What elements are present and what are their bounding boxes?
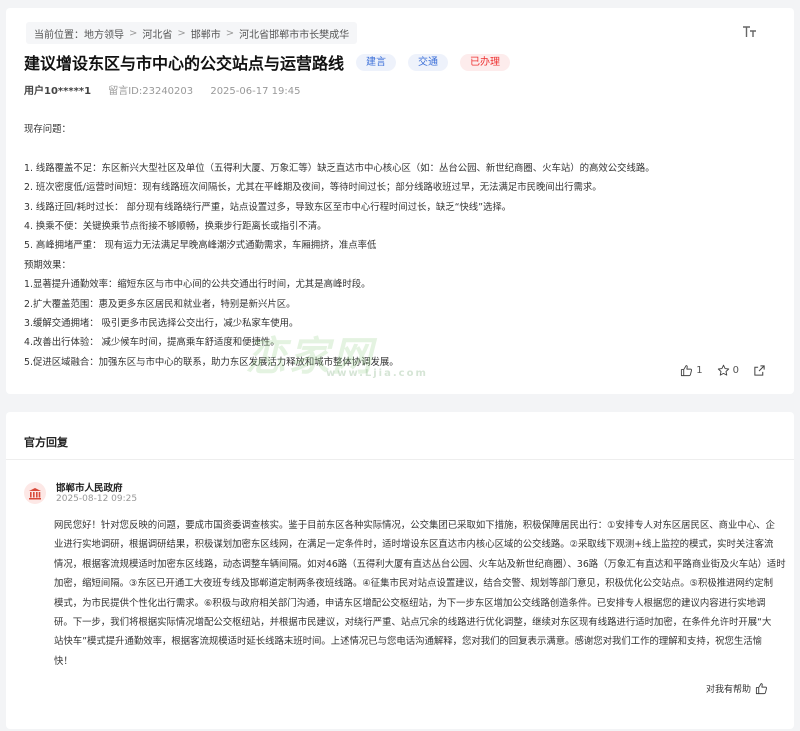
user-name: 用户10*****1: [24, 86, 92, 97]
reply-line: 站快车”模式提升通勤效率，根据客流规模适时延长线路末班时间。上述情况已与您电话沟…: [54, 636, 762, 648]
reply-line: 业进行实地调研，根据调研结果，积极谋划加密东区线网，在满足一定条件时，适时增设东…: [54, 539, 774, 551]
content-line: 3. 线路迂回/耗时过长： 部分现有线路绕行严重，站点设置过多，导致东区至市中心…: [24, 201, 512, 213]
message-id: 留言ID:23240203: [108, 86, 194, 97]
divider: [6, 459, 794, 460]
breadcrumb: 当前位置： 地方领导 > 河北省 > 邯郸市 > 河北省邯郸市市长樊成华: [26, 22, 358, 44]
like-button[interactable]: 1: [680, 364, 703, 377]
title-row: 建议增设东区与市中心的公交站点与运营路线 建言 交通 已办理: [24, 50, 511, 74]
favorite-button[interactable]: 0: [717, 364, 739, 377]
section-title: 官方回复: [24, 436, 68, 449]
reply-line: 研。下一步，我们将根据实际情况增配公交枢纽站，并根据市民建议，对绕行严重、站点冗…: [54, 616, 772, 628]
reply-line: 快！: [54, 655, 73, 667]
post-meta: 用户10*****1 留言ID:23240203 2025-06-17 19:4…: [24, 82, 300, 97]
status-badge: 已办理: [460, 53, 511, 71]
official-reply-text: 网民您好！针对您反映的问题，要成市国资委调查核实。鉴于目前东区各种实际情况，公交…: [54, 516, 786, 671]
thumbs-up-icon: [681, 365, 693, 377]
content-line: 5. 高峰拥堵严重： 现有运力无法满足早晚高峰潮汐式通勤需求，车厢拥挤，准点率低: [24, 240, 377, 252]
content-line: 2.扩大覆盖范围：惠及更多东区居民和就业者，特别是新兴片区。: [24, 298, 296, 310]
reply-line: 网民您好！针对您反映的问题，要成市国资委调查核实。鉴于目前东区各种实际情况，公交…: [54, 520, 775, 531]
breadcrumb-label: 当前位置：: [34, 29, 84, 41]
text-size-icon[interactable]: [742, 25, 758, 42]
reply-line: 模式，为市民提供个性化出行需求。⑥积极与政府相关部门沟通，申请东区增配公交枢纽站…: [54, 597, 766, 609]
official-reply-date: 2025-08-12 09:25: [56, 494, 138, 504]
content-line: 现存问题：: [24, 124, 71, 135]
government-building-icon: [24, 482, 46, 504]
post-actions: 1 0: [666, 364, 766, 377]
share-button[interactable]: [753, 364, 766, 377]
suggestion-card: 当前位置： 地方领导 > 河北省 > 邯郸市 > 河北省邯郸市市长樊成华 建议增…: [6, 8, 794, 394]
page-title: 建议增设东区与市中心的公交站点与运营路线: [24, 54, 345, 73]
content-line: 2. 班次密度低/运营时间短：现有线路班次间隔长，尤其在平峰期及夜间，等待时间过…: [24, 182, 602, 194]
content-line: 1.显著提升通勤效率：缩短东区与市中心间的公共交通出行时间，尤其是高峰时段。: [24, 279, 371, 291]
content-line: 预期效果：: [24, 259, 71, 271]
tag-suggestion: 建言: [356, 53, 397, 71]
official-reply-card: 官方回复 邯郸市人民政府 2025-08-12 09:25 网民您好！针对您反映…: [6, 412, 794, 729]
tag-traffic: 交通: [408, 53, 449, 71]
content-line: 4.改善出行体验： 减少候车时间，提高乘车舒适度和便捷性。: [24, 337, 280, 349]
post-content: 现存问题： 1. 线路覆盖不足：东区新兴大型社区及单位（五得利大厦、万象汇等）缺…: [24, 120, 784, 372]
content-line: 1. 线路覆盖不足：东区新兴大型社区及单位（五得利大厦、万象汇等）缺乏直达市中心…: [24, 162, 655, 174]
share-icon: [754, 365, 765, 376]
breadcrumb-separator: >: [225, 27, 235, 39]
content-line: 3.缓解交通拥堵： 吸引更多市民选择公交出行，减少私家车使用。: [24, 317, 299, 329]
breadcrumb-item-2[interactable]: 河北省: [142, 26, 172, 41]
helpful-label: 对我有帮助: [705, 685, 751, 695]
helpful-button[interactable]: 对我有帮助: [706, 682, 768, 695]
like-count: 1: [696, 365, 703, 376]
reply-line: 情况，根据客流规模适时加密东区线路，动态调整车辆间隔。如对46路（五得利大厦有直…: [54, 558, 786, 570]
favorite-count: 0: [732, 365, 739, 376]
official-org-name: 邯郸市人民政府: [56, 483, 123, 494]
breadcrumb-separator: >: [129, 27, 138, 39]
thumbs-up-icon: [755, 683, 768, 695]
post-datetime: 2025-06-17 19:45: [210, 86, 301, 97]
reply-line: 加密，缩短间隔。③东区已开通工大夜班专线及邯郸道定制两条夜班线路。④征集市民对站…: [54, 578, 773, 590]
breadcrumb-item-3[interactable]: 邯郸市: [191, 26, 221, 41]
breadcrumb-item-4[interactable]: 河北省邯郸市市长樊成华: [239, 26, 349, 41]
content-line: 4. 换乘不便：关键换乘节点衔接不够顺畅，换乘步行距离长或指引不清。: [24, 220, 327, 232]
star-icon: [717, 364, 729, 376]
breadcrumb-separator: >: [177, 27, 186, 39]
breadcrumb-item-1[interactable]: 地方领导: [84, 26, 124, 41]
